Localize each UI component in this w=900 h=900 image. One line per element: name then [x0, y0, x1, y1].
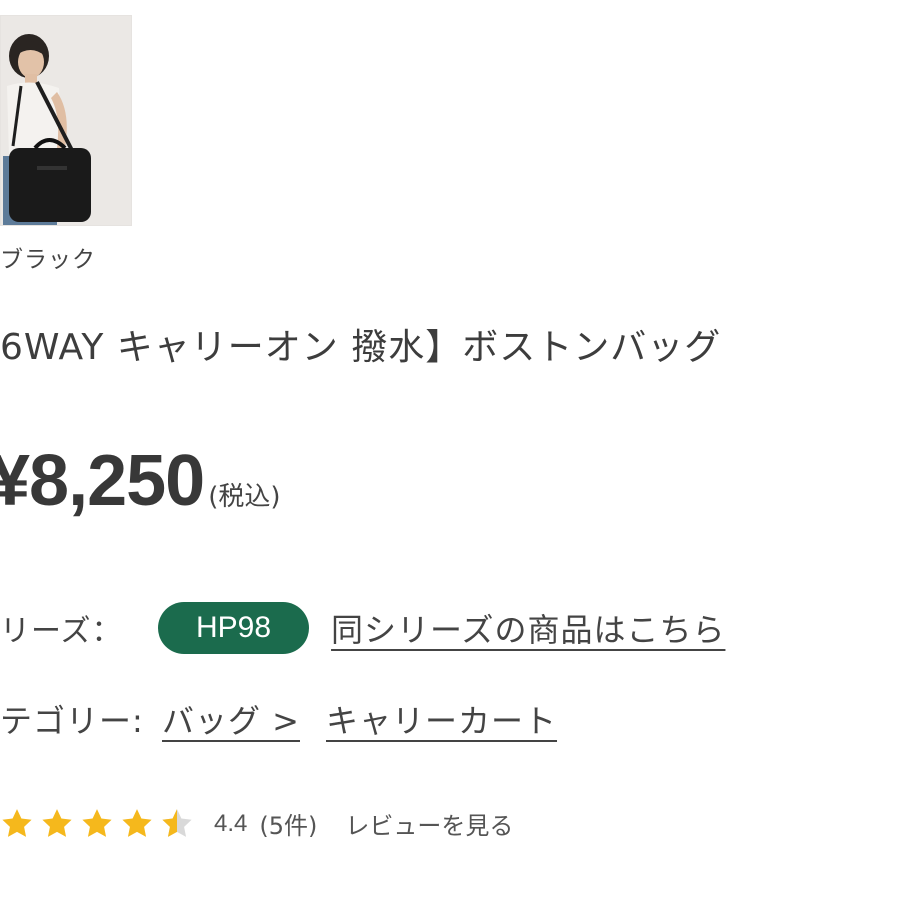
star-icon	[122, 808, 152, 837]
rating-row: 4.4 (5件) レビューを見る	[0, 806, 513, 841]
view-reviews-link[interactable]: レビューを見る	[345, 806, 513, 841]
star-icon	[82, 808, 112, 837]
series-row: リーズ： HP98 同シリーズの商品はこちら	[0, 600, 725, 656]
tax-note: (税込)	[208, 482, 281, 512]
star-icon	[42, 808, 72, 837]
product-thumbnail[interactable]	[0, 15, 132, 226]
price: ¥8,250	[0, 441, 205, 521]
category-link-carry-cart[interactable]: キャリーカート	[326, 696, 557, 742]
rating-value: 4.4	[214, 809, 248, 837]
category-label: テゴリー:	[0, 702, 144, 740]
rating-count: (5件)	[259, 812, 318, 840]
series-badge[interactable]: HP98	[158, 602, 310, 654]
product-detail-page: ブラック 6WAY キャリーオン 撥水】ボストンバッグ ¥8,250 (税込) …	[0, 0, 900, 900]
product-photo-icon	[1, 16, 131, 225]
category-row: テゴリー: バッグ > キャリーカート	[0, 696, 557, 742]
rating-stars	[0, 807, 200, 841]
star-icon	[2, 808, 32, 837]
color-name: ブラック	[0, 247, 96, 273]
product-title: 6WAY キャリーオン 撥水】ボストンバッグ	[0, 327, 722, 368]
same-series-link[interactable]: 同シリーズの商品はこちら	[331, 605, 725, 651]
price-row: ¥8,250 (税込)	[0, 440, 281, 522]
category-link-bag[interactable]: バッグ >	[162, 696, 300, 742]
series-label: リーズ：	[0, 614, 123, 649]
half-star-icon	[162, 808, 192, 837]
